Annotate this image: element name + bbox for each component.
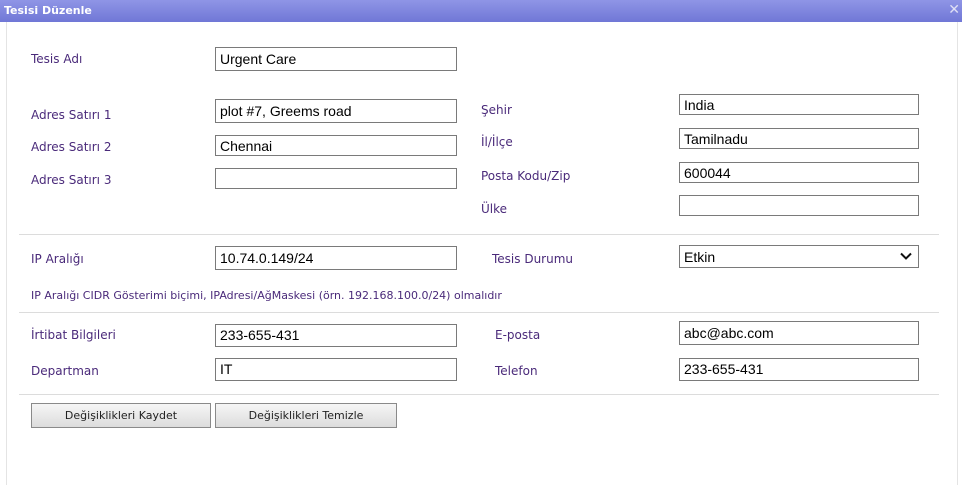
country-label: Ülke (481, 202, 508, 216)
divider (19, 394, 939, 395)
close-icon[interactable]: ✕ (948, 1, 960, 18)
status-selected-value: Etkin (684, 249, 716, 265)
ip-range-help-text: IP Aralığı CIDR Gösterimi biçimi, IPAdre… (31, 289, 502, 302)
address2-input[interactable]: Chennai (215, 135, 457, 156)
save-changes-button[interactable]: Değişiklikleri Kaydet (31, 403, 211, 428)
phone-label: Telefon (495, 364, 538, 378)
ip-range-label: IP Aralığı (31, 252, 84, 266)
postal-code-input[interactable]: 600044 (679, 162, 919, 183)
address1-input[interactable]: plot #7, Greems road (215, 99, 457, 123)
email-label: E-posta (495, 328, 541, 342)
district-input[interactable]: Tamilnadu (679, 128, 919, 149)
ip-range-input[interactable]: 10.74.0.149/24 (215, 246, 457, 270)
city-label: Şehir (481, 103, 512, 117)
dialog-titlebar: Tesisi Düzenle ✕ (0, 0, 962, 22)
department-input[interactable]: IT (215, 358, 457, 381)
divider (19, 312, 939, 313)
contact-input[interactable]: 233-655-431 (215, 324, 457, 347)
address3-label: Adres Satırı 3 (31, 173, 112, 187)
country-input[interactable] (679, 195, 919, 216)
department-label: Departman (31, 364, 99, 378)
clear-changes-button[interactable]: Değişiklikleri Temizle (215, 403, 397, 428)
divider (19, 234, 939, 235)
status-label: Tesis Durumu (492, 252, 574, 266)
phone-input[interactable]: 233-655-431 (679, 358, 919, 381)
postal-code-label: Posta Kodu/Zip (481, 169, 571, 183)
facility-name-input[interactable]: Urgent Care (215, 47, 457, 71)
address1-label: Adres Satırı 1 (31, 108, 112, 122)
city-input[interactable]: India (679, 94, 919, 115)
dialog-title: Tesisi Düzenle (4, 4, 92, 17)
contact-label: İrtibat Bilgileri (31, 328, 116, 342)
edit-facility-dialog: Tesis Adı Urgent Care Adres Satırı 1 plo… (6, 22, 958, 485)
chevron-down-icon (900, 252, 912, 260)
status-select[interactable]: Etkin (679, 245, 919, 268)
district-label: İl/İlçe (481, 135, 513, 149)
address2-label: Adres Satırı 2 (31, 140, 112, 154)
address3-input[interactable] (215, 168, 457, 189)
facility-name-label: Tesis Adı (31, 52, 83, 66)
email-input[interactable]: abc@abc.com (679, 321, 919, 345)
